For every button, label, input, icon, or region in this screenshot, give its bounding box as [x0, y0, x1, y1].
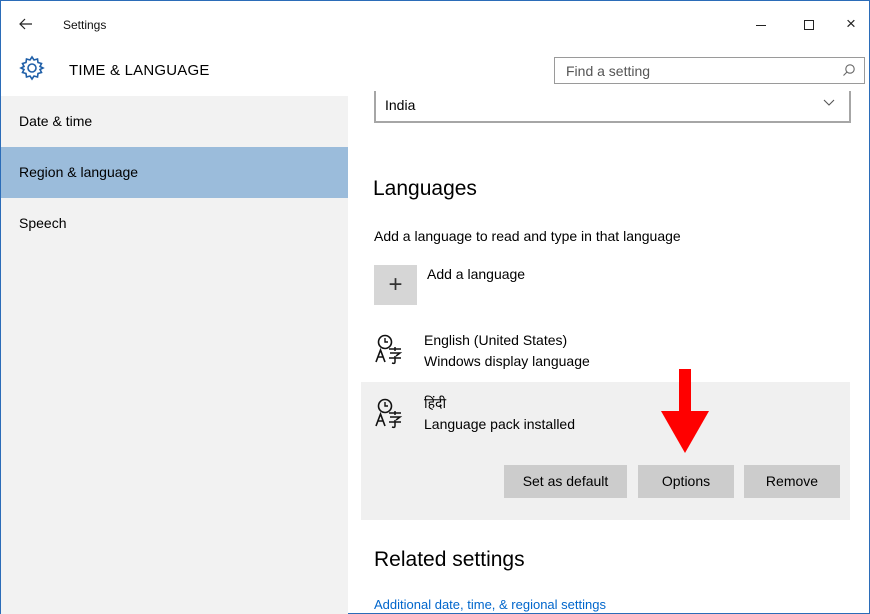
- sidebar-item-date-time[interactable]: Date & time: [1, 96, 348, 147]
- languages-heading: Languages: [373, 177, 477, 200]
- close-button[interactable]: ×: [833, 9, 869, 39]
- add-language-button[interactable]: +: [374, 265, 417, 305]
- search-icon: [843, 64, 855, 76]
- sidebar: Date & time Region & language Speech: [1, 96, 348, 614]
- language-item-hindi[interactable]: हिंदी Language pack installed: [361, 382, 850, 520]
- language-icon: [375, 334, 403, 365]
- search-box[interactable]: [554, 57, 865, 84]
- language-item-english[interactable]: English (United States) Windows display …: [361, 323, 850, 377]
- additional-regional-settings-link[interactable]: Additional date, time, & regional settin…: [374, 597, 606, 612]
- options-button[interactable]: Options: [638, 465, 734, 498]
- search-input[interactable]: [566, 62, 826, 80]
- gear-icon: [19, 55, 45, 81]
- related-settings-heading: Related settings: [374, 548, 525, 571]
- remove-button[interactable]: Remove: [744, 465, 840, 498]
- arrow-left-icon: [19, 18, 32, 30]
- set-as-default-button[interactable]: Set as default: [504, 465, 627, 498]
- language-name: हिंदी: [424, 395, 447, 411]
- add-language-label[interactable]: Add a language: [427, 266, 525, 282]
- language-name: English (United States): [424, 332, 568, 348]
- minimize-icon: [756, 24, 766, 26]
- chevron-down-icon: [823, 99, 835, 106]
- plus-icon: +: [388, 271, 403, 298]
- language-status: Windows display language: [424, 353, 590, 369]
- close-icon: ×: [846, 14, 856, 33]
- country-select-value: India: [385, 97, 416, 113]
- languages-description: Add a language to read and type in that …: [374, 228, 681, 244]
- back-button[interactable]: [15, 13, 37, 35]
- language-icon: [375, 398, 403, 429]
- maximize-button[interactable]: [791, 9, 827, 39]
- window-title: Settings: [63, 18, 107, 32]
- red-arrow-annotation: [661, 369, 709, 453]
- section-title: TIME & LANGUAGE: [69, 62, 210, 79]
- settings-window: Settings × TIME & LANGUAGE Date & time R…: [0, 0, 870, 614]
- maximize-icon: [804, 20, 814, 31]
- language-status: Language pack installed: [424, 416, 576, 432]
- minimize-button[interactable]: [743, 9, 779, 39]
- sidebar-item-region-language[interactable]: Region & language: [1, 147, 348, 198]
- sidebar-item-speech[interactable]: Speech: [1, 198, 348, 249]
- title-bar: Settings ×: [1, 1, 869, 45]
- country-select[interactable]: India: [374, 91, 851, 123]
